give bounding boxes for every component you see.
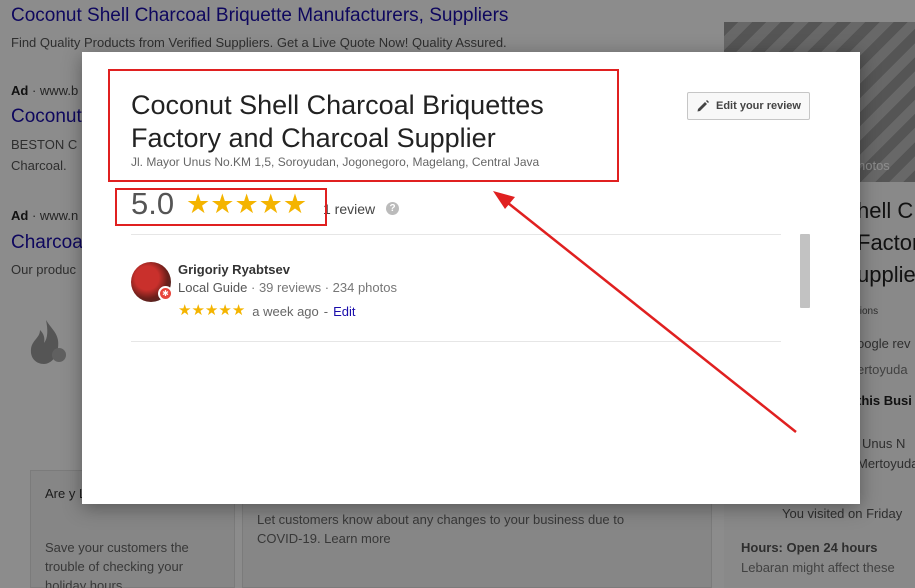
review-time: a week ago xyxy=(252,303,319,319)
review-separator: - xyxy=(323,303,329,319)
reviewer-name[interactable]: Grigoriy Ryabtsev xyxy=(178,262,290,277)
edit-review-button[interactable]: Edit your review xyxy=(687,92,810,120)
reviewer-meta: Local Guide · 39 reviews · 234 photos xyxy=(178,280,397,295)
scrollbar[interactable] xyxy=(800,234,810,308)
edit-review-label: Edit your review xyxy=(716,100,801,112)
star-icon: ★ xyxy=(204,302,219,319)
avatar[interactable]: ✱ xyxy=(131,262,173,302)
review-count: 1 review xyxy=(323,201,376,217)
annotation-box-rating xyxy=(115,188,327,226)
star-icon: ★ xyxy=(191,302,205,319)
help-icon[interactable]: ? xyxy=(386,202,399,215)
review-rating-line: ★ ★ ★ ★ ★ a week ago - Edit xyxy=(178,303,356,319)
star-icon: ★ xyxy=(178,302,192,319)
reviewer-stats: · 39 reviews · 234 photos xyxy=(251,280,397,295)
local-guide-label: Local Guide xyxy=(178,280,248,295)
divider xyxy=(131,234,781,235)
divider xyxy=(131,341,781,342)
local-guide-badge-icon: ✱ xyxy=(158,286,173,301)
review-edit-link[interactable]: Edit xyxy=(333,304,355,319)
star-icon: ★ xyxy=(218,302,232,319)
pencil-icon xyxy=(697,100,709,112)
annotation-box-title xyxy=(108,69,619,182)
star-icon: ★ xyxy=(231,302,246,319)
